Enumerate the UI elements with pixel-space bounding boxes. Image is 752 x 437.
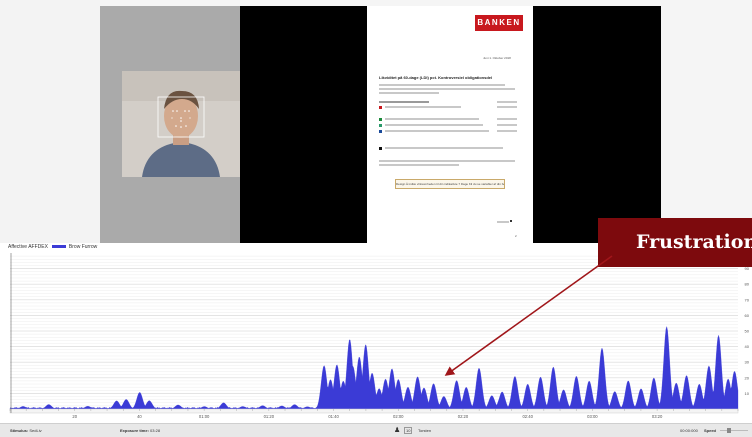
webcam-video [122, 71, 240, 177]
y-tick-label: 30 [745, 360, 750, 365]
presentation-slide: BANKEN Juni 1. Oktober 2018 Likviditet p… [367, 6, 533, 243]
text-line [379, 160, 515, 162]
text-line [385, 124, 483, 126]
webcam-pane [100, 6, 240, 243]
x-tick-label: 03:00 [587, 414, 598, 419]
y-tick-label: 80 [745, 282, 750, 287]
x-tick-label: 01:40 [328, 414, 339, 419]
slide-date: Juni 1. Oktober 2018 [483, 56, 511, 60]
black-marker [379, 147, 382, 150]
y-tick-label: 50 [745, 329, 750, 334]
x-tick-label: 20 [72, 414, 77, 419]
slide-info-box: Design å indlæ virksomheden til din indi… [395, 179, 505, 189]
green-marker [379, 118, 382, 121]
slide-heading: Likviditet på 60-dage (LDI) pct. Kontrov… [379, 75, 493, 80]
exposure-label: Exposure time: [120, 428, 149, 433]
y-tick-label: 70 [745, 297, 750, 302]
text-line [497, 124, 517, 126]
teal-marker [379, 124, 382, 127]
speed-slider[interactable] [720, 430, 748, 431]
stimulus-letterbox-left [240, 6, 367, 243]
y-tick-label: 10 [745, 391, 750, 396]
stimulus-viewer: BANKEN Juni 1. Oktober 2018 Likviditet p… [0, 0, 752, 243]
x-tick-label: 01:00 [199, 414, 210, 419]
stimulus-value: SedLiv [29, 428, 42, 433]
exposure-value: 03:28 [150, 428, 161, 433]
blue-marker [379, 130, 382, 133]
stimulus-label: Stimulus: [10, 428, 29, 433]
text-line [497, 221, 509, 223]
text-line [379, 101, 429, 103]
respondent-id[interactable]: 10 [404, 427, 413, 434]
text-line [497, 101, 517, 103]
x-tick-label: 02:20 [458, 414, 469, 419]
x-tick-label: 40 [137, 414, 142, 419]
respondent-face [122, 71, 240, 177]
slide-dot [510, 220, 512, 222]
respondent-icon[interactable]: ♟ [394, 426, 400, 434]
frustration-callout: Frustration [598, 218, 752, 267]
bank-logo: BANKEN [475, 15, 523, 31]
text-line [497, 130, 517, 132]
text-line [379, 92, 439, 94]
y-tick-label: 20 [745, 375, 750, 380]
timecode: 00:00:000 [680, 428, 698, 433]
speed-slider-handle[interactable] [727, 428, 731, 433]
respondent-name[interactable]: Torsten [418, 428, 431, 433]
text-line [379, 84, 505, 86]
timeline-bar[interactable] [9, 408, 739, 414]
x-tick-label: 02:00 [393, 414, 404, 419]
text-line [385, 106, 461, 108]
speed-label: Speed [704, 428, 717, 433]
text-line [385, 118, 479, 120]
x-tick-label: 01:20 [264, 414, 275, 419]
red-marker [379, 106, 382, 109]
text-line [385, 130, 489, 132]
text-line [379, 88, 515, 90]
x-tick-label: 03:20 [652, 414, 663, 419]
stimulus-letterbox-right [533, 6, 661, 243]
slide-page-number: 2 [515, 234, 517, 238]
status-bar: Stimulus: SedLiv Exposure time: 03:28 ♟ … [0, 423, 752, 437]
text-line [497, 106, 517, 108]
exposure-info: Exposure time: 03:28 [120, 428, 160, 433]
y-tick-label: 40 [745, 344, 750, 349]
text-line [379, 164, 459, 166]
text-line [497, 118, 517, 120]
text-line [385, 147, 503, 149]
y-tick-label: 60 [745, 313, 750, 318]
viewer-margin [0, 0, 100, 243]
stimulus-info: Stimulus: SedLiv [10, 428, 42, 433]
x-tick-label: 02:40 [522, 414, 533, 419]
brow-furrow-chart[interactable]: 10203040506070809020 40 01:00 01:20 01:40 02:… [0, 243, 752, 423]
emotion-chart-panel: Affective AFFDEX Brow Furrow 10 20 30 40 50 60… [0, 243, 752, 423]
